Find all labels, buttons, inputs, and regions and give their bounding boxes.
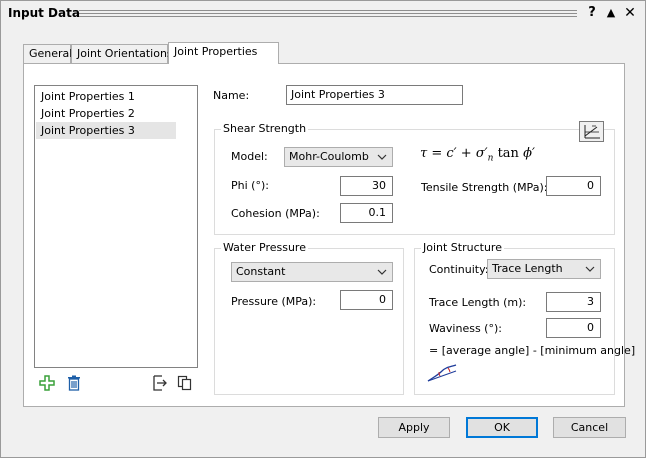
ok-button[interactable]: OK bbox=[466, 417, 538, 438]
input-data-dialog: Input Data ? ▲ ✕ General Joint Orientati… bbox=[0, 0, 646, 458]
waviness-input[interactable]: 0 bbox=[546, 318, 601, 338]
cancel-button[interactable]: Cancel bbox=[553, 417, 626, 438]
formula-phi: ϕ′ bbox=[523, 146, 535, 161]
cohesion-input[interactable]: 0.1 bbox=[340, 203, 393, 223]
joint-properties-list[interactable]: Joint Properties 1 Joint Properties 2 Jo… bbox=[34, 85, 198, 368]
formula-tan: tan bbox=[497, 146, 519, 161]
waviness-label: Waviness (°): bbox=[429, 322, 502, 335]
window-title: Input Data bbox=[8, 6, 80, 20]
waviness-diagram-icon bbox=[426, 361, 460, 385]
formula-sigma: σ′ bbox=[475, 146, 488, 161]
close-button[interactable]: ✕ bbox=[621, 4, 639, 22]
tensile-strength-label: Tensile Strength (MPa): bbox=[421, 181, 548, 194]
shear-strength-title: Shear Strength bbox=[221, 122, 309, 135]
joint-properties-panel: Joint Properties 1 Joint Properties 2 Jo… bbox=[23, 63, 635, 407]
chart-settings-icon[interactable] bbox=[579, 121, 604, 142]
title-grip bbox=[79, 10, 577, 17]
pressure-label: Pressure (MPa): bbox=[231, 295, 317, 308]
list-item[interactable]: Joint Properties 1 bbox=[36, 88, 176, 105]
model-label: Model: bbox=[231, 150, 268, 163]
name-label: Name: bbox=[213, 89, 250, 102]
model-select-value: Mohr-Coulomb bbox=[289, 150, 369, 163]
tensile-strength-input[interactable]: 0 bbox=[546, 176, 601, 196]
help-button[interactable]: ? bbox=[583, 4, 601, 22]
tab-joint-properties[interactable]: Joint Properties bbox=[168, 42, 279, 64]
cohesion-label: Cohesion (MPa): bbox=[231, 207, 320, 220]
formula-tau: τ bbox=[420, 146, 428, 161]
list-item[interactable]: Joint Properties 2 bbox=[36, 105, 176, 122]
formula-equals: = bbox=[431, 146, 443, 161]
phi-input[interactable]: 30 bbox=[340, 176, 393, 196]
continuity-select[interactable]: Trace Length bbox=[487, 259, 601, 279]
chevron-down-icon bbox=[585, 266, 595, 272]
chevron-down-icon bbox=[377, 269, 387, 275]
waviness-note: = [average angle] - [minimum angle] bbox=[429, 344, 636, 357]
copy-icon[interactable] bbox=[176, 374, 194, 392]
delete-icon[interactable] bbox=[65, 374, 83, 392]
tab-joint-orientations[interactable]: Joint Orientations bbox=[71, 44, 173, 63]
apply-button[interactable]: Apply bbox=[378, 417, 450, 438]
phi-label: Phi (°): bbox=[231, 179, 269, 192]
import-icon[interactable] bbox=[151, 374, 169, 392]
add-icon[interactable] bbox=[38, 374, 56, 392]
pressure-input[interactable]: 0 bbox=[340, 290, 393, 310]
water-pressure-type-select[interactable]: Constant bbox=[231, 262, 393, 282]
title-bar[interactable]: Input Data ? ▲ ✕ bbox=[1, 1, 645, 27]
maximize-button[interactable]: ▲ bbox=[602, 4, 620, 22]
water-pressure-title: Water Pressure bbox=[221, 241, 308, 254]
water-pressure-type-value: Constant bbox=[236, 265, 286, 278]
chevron-down-icon bbox=[377, 154, 387, 160]
model-select[interactable]: Mohr-Coulomb bbox=[284, 147, 393, 167]
trace-length-label: Trace Length (m): bbox=[429, 296, 527, 309]
formula-plus: + bbox=[460, 146, 472, 161]
formula-cohesion: c′ bbox=[446, 146, 457, 161]
name-input[interactable]: Joint Properties 3 bbox=[286, 85, 463, 105]
trace-length-input[interactable]: 3 bbox=[546, 292, 601, 312]
mohr-coulomb-formula: τ = c′ + σ′n tan ϕ′ bbox=[420, 146, 535, 164]
list-item-selected[interactable]: Joint Properties 3 bbox=[36, 122, 176, 139]
formula-subscript: n bbox=[487, 153, 494, 164]
tab-general[interactable]: General bbox=[23, 44, 72, 63]
joint-structure-title: Joint Structure bbox=[421, 241, 504, 254]
continuity-select-value: Trace Length bbox=[492, 262, 563, 275]
continuity-label: Continuity: bbox=[429, 263, 489, 276]
